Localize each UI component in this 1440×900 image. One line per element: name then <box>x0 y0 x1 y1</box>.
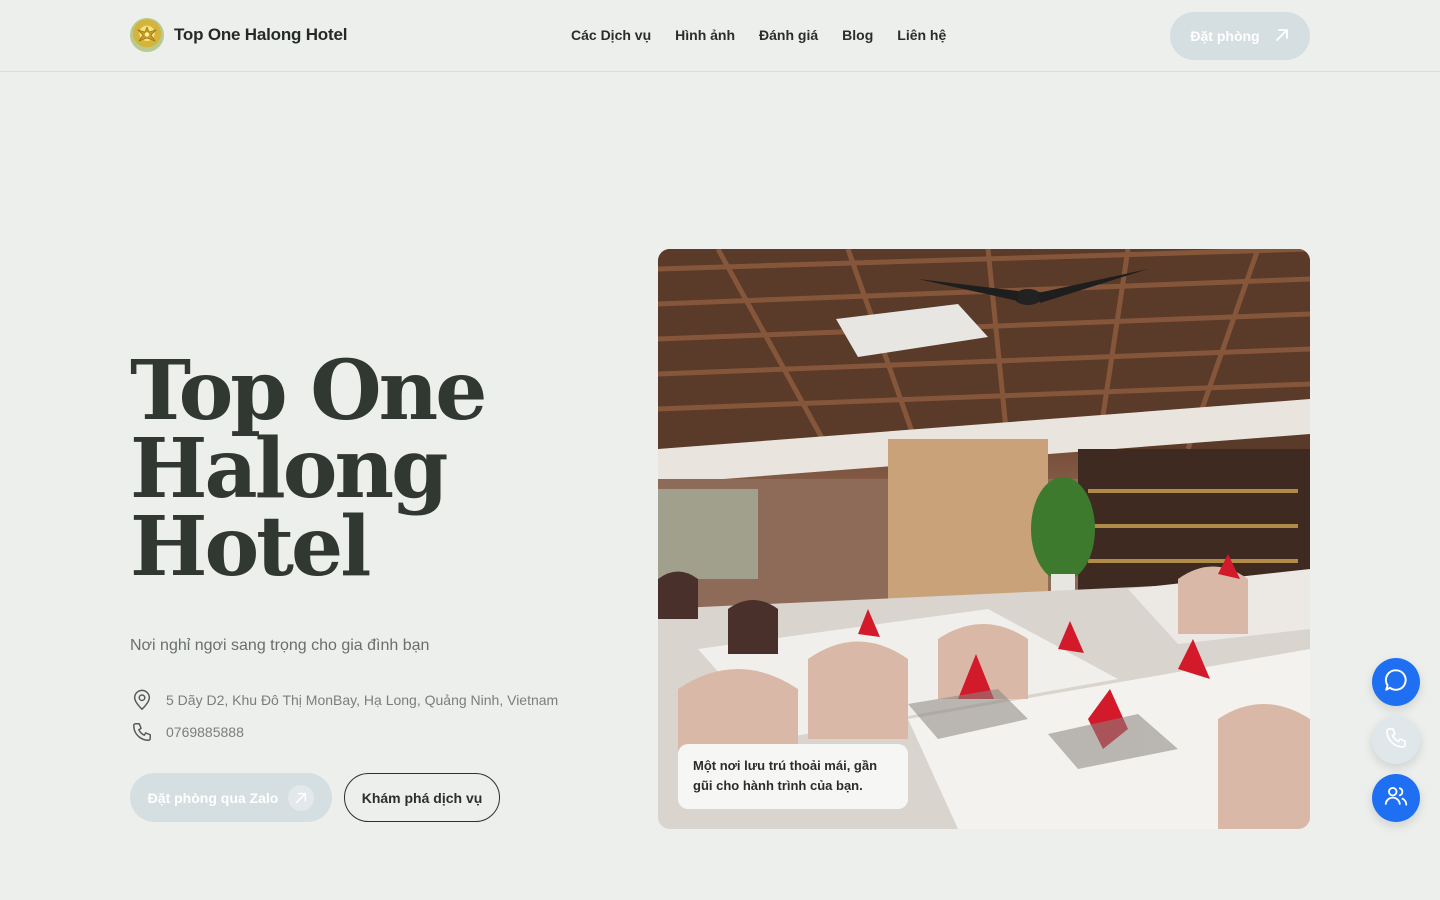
community-button[interactable] <box>1372 774 1420 822</box>
restaurant-illustration <box>658 249 1310 829</box>
arrow-up-right-icon <box>1274 27 1290 46</box>
brand[interactable]: Top One Halong Hotel <box>130 18 347 52</box>
hotel-logo <box>130 18 164 52</box>
nav-item-gallery[interactable]: Hình ảnh <box>675 27 735 43</box>
site-header: Top One Halong Hotel Các Dịch vụ Hình ản… <box>0 0 1440 72</box>
nav-item-reviews[interactable]: Đánh giá <box>759 27 818 43</box>
map-pin-icon <box>130 688 154 712</box>
book-room-button[interactable]: Đặt phòng <box>1170 12 1310 60</box>
main-nav: Các Dịch vụ Hình ảnh Đánh giá Blog Liên … <box>571 27 970 43</box>
nav-item-services[interactable]: Các Dịch vụ <box>571 27 651 43</box>
chat-icon <box>1383 667 1409 698</box>
hero-subtitle: Nơi nghỉ ngơi sang trọng cho gia đình bạ… <box>130 637 430 654</box>
hero-title-line: Top One <box>130 343 487 439</box>
book-room-label: Đặt phòng <box>1190 28 1260 44</box>
phone-icon <box>130 720 154 744</box>
address-row: 5 Dãy D2, Khu Đô Thị MonBay, Hạ Long, Qu… <box>130 688 558 712</box>
phone-text[interactable]: 0769885888 <box>166 724 244 740</box>
hero-title: Top One Halong Hotel <box>130 343 610 595</box>
phone-row: 0769885888 <box>130 720 244 744</box>
nav-item-blog[interactable]: Blog <box>842 27 873 43</box>
nav-item-contact[interactable]: Liên hệ <box>897 27 946 43</box>
hero-title-line: Hotel <box>130 499 371 595</box>
book-via-zalo-button[interactable]: Đặt phòng qua Zalo <box>130 773 332 822</box>
arrow-up-right-icon <box>288 784 315 811</box>
brand-name: Top One Halong Hotel <box>174 25 348 44</box>
restaurant-photo: Một nơi lưu trú thoải mái, gần gũi cho h… <box>658 249 1310 829</box>
image-caption: Một nơi lưu trú thoải mái, gần gũi cho h… <box>678 744 908 809</box>
users-icon <box>1383 783 1409 814</box>
phone-icon <box>1384 726 1408 755</box>
address-text: 5 Dãy D2, Khu Đô Thị MonBay, Hạ Long, Qu… <box>166 692 559 708</box>
call-button[interactable] <box>1372 716 1420 764</box>
chat-button[interactable] <box>1372 658 1420 706</box>
explore-services-button[interactable]: Khám phá dịch vụ <box>344 773 500 822</box>
hero-title-line: Halong <box>130 421 448 517</box>
book-via-zalo-label: Đặt phòng qua Zalo <box>147 789 279 806</box>
